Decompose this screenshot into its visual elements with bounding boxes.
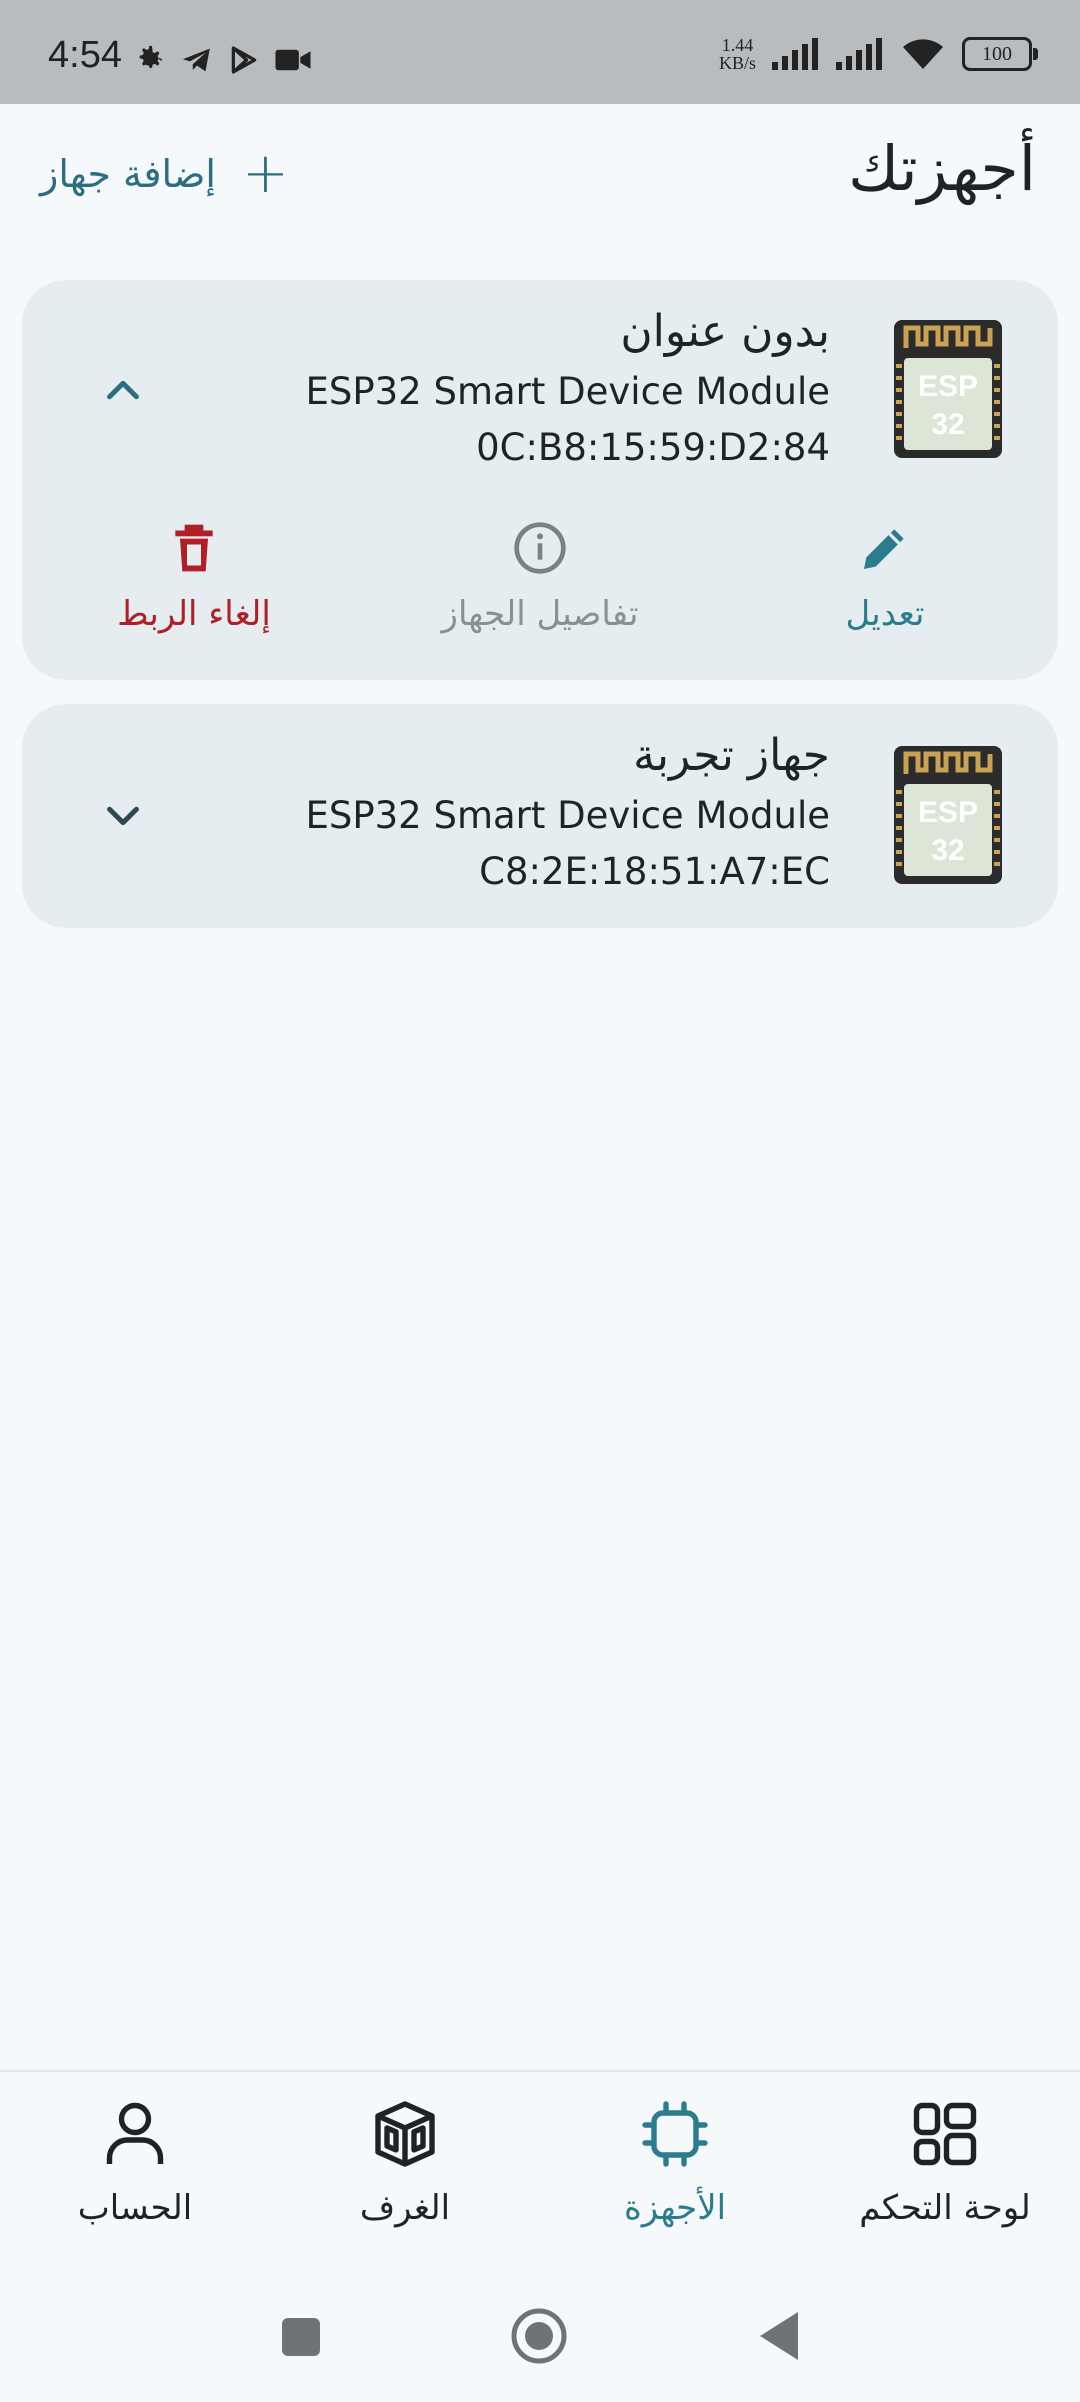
edit-label: تعديل: [845, 594, 925, 634]
unlink-label: إلغاء الربط: [117, 594, 271, 634]
back-button[interactable]: [750, 2306, 810, 2366]
device-model: ESP32 Smart Device Module: [305, 370, 830, 413]
unlink-device-button[interactable]: إلغاء الربط: [84, 520, 304, 634]
page-title: أجهزتك: [848, 132, 1036, 205]
chip-label-32: 32: [931, 834, 964, 867]
rooms-icon: [375, 2101, 435, 2167]
battery-icon: 100: [962, 37, 1038, 71]
edit-device-button[interactable]: تعديل: [775, 520, 995, 634]
device-card[interactable]: ESP 32 جهاز تجربة ESP32 Smart Device Mod…: [22, 704, 1058, 928]
nav-devices[interactable]: الأجهزة: [565, 2098, 785, 2228]
dashboard-icon: [913, 2102, 977, 2166]
status-icons-right: 1.44 KB/s 100: [719, 36, 1038, 72]
nav-account[interactable]: الحساب: [25, 2098, 245, 2228]
device-mac: C8:2E:18:51:A7:EC: [479, 850, 830, 893]
add-device-label: إضافة جهاز: [40, 152, 216, 196]
play-store-icon: [231, 46, 257, 74]
pencil-icon: [864, 529, 904, 569]
trash-icon: [175, 524, 213, 572]
esp32-chip-icon: ESP 32: [894, 320, 1002, 458]
esp32-chip-icon: ESP 32: [894, 746, 1002, 884]
home-button[interactable]: [509, 2306, 569, 2366]
details-label: تفاصيل الجهاز: [441, 594, 639, 634]
net-speed-unit: KB/s: [718, 53, 756, 73]
nav-dashboard-label: لوحة التحكم: [859, 2188, 1031, 2228]
nav-account-label: الحساب: [77, 2188, 193, 2228]
chip-label-32: 32: [931, 408, 964, 441]
status-icons-left: [132, 40, 312, 80]
nav-rooms-label: الغرف: [359, 2188, 451, 2228]
chevron-up-icon[interactable]: [100, 368, 146, 414]
device-name: بدون عنوان: [620, 306, 830, 357]
add-device-button[interactable]: إضافة جهاز +: [40, 141, 289, 206]
chip-icon: [642, 2101, 708, 2167]
chip-label-esp: ESP: [918, 796, 978, 829]
net-speed: 1.44 KB/s: [719, 36, 756, 72]
device-mac: 0C:B8:15:59:D2:84: [476, 426, 830, 469]
nav-rooms[interactable]: الغرف: [295, 2098, 515, 2228]
device-details-button[interactable]: تفاصيل الجهاز: [430, 520, 650, 634]
status-time: 4:54: [48, 34, 122, 76]
chip-label-esp: ESP: [918, 370, 978, 403]
net-speed-value: 1.44: [721, 35, 754, 55]
recents-button[interactable]: [270, 2306, 330, 2366]
device-name: جهاز تجربة: [633, 730, 830, 781]
signal-icon: [772, 38, 818, 70]
video-camera-icon: [275, 49, 311, 71]
signal-icon: [836, 38, 882, 70]
info-icon: [514, 522, 566, 574]
settings-icon: [139, 45, 162, 68]
nav-dashboard[interactable]: لوحة التحكم: [835, 2098, 1055, 2228]
status-bar: 4:54 1.44 KB/s 100: [0, 0, 1080, 104]
account-icon: [106, 2102, 164, 2164]
plus-icon: +: [241, 141, 289, 206]
chevron-down-icon[interactable]: [100, 792, 146, 838]
wifi-icon: [903, 39, 943, 69]
telegram-icon: [182, 48, 210, 72]
device-model: ESP32 Smart Device Module: [305, 794, 830, 837]
nav-devices-label: الأجهزة: [623, 2188, 727, 2228]
